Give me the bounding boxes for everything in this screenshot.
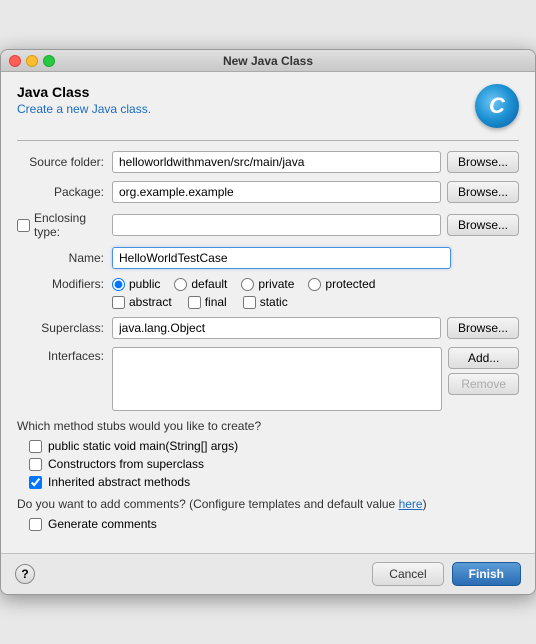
modifier-default-label: default <box>191 277 227 291</box>
constructors-stub-checkbox[interactable] <box>29 458 42 471</box>
modifier-public-radio[interactable] <box>112 278 125 291</box>
minimize-button[interactable] <box>26 55 38 67</box>
modifier-final-option[interactable]: final <box>188 295 227 309</box>
generate-comments-checkbox[interactable] <box>29 518 42 531</box>
superclass-row: Superclass: Browse... <box>17 317 519 339</box>
name-input[interactable] <box>112 247 451 269</box>
header-divider <box>17 140 519 141</box>
dialog-subtitle: Create a new Java class. <box>17 102 151 116</box>
dialog-title: Java Class <box>17 84 151 100</box>
enclosing-type-checkbox[interactable] <box>17 219 30 232</box>
modifier-public-label: public <box>129 277 160 291</box>
comments-question: Do you want to add comments? (Configure … <box>17 497 519 511</box>
eclipse-logo-icon: C <box>475 84 519 128</box>
superclass-input[interactable] <box>112 317 441 339</box>
modifier-abstract-label: abstract <box>129 295 172 309</box>
inherited-stub-option: Inherited abstract methods <box>17 475 519 489</box>
modifier-public-option[interactable]: public <box>112 277 160 291</box>
modifier-static-checkbox[interactable] <box>243 296 256 309</box>
modifiers-row: Modifiers: public default private protec… <box>17 277 519 291</box>
stubs-section: Which method stubs would you like to cre… <box>17 419 519 489</box>
modifiers-sub-row: abstract final static <box>17 295 519 309</box>
package-label: Package: <box>17 185 112 199</box>
traffic-lights <box>9 55 55 67</box>
dialog-window: New Java Class Java Class Create a new J… <box>0 49 536 595</box>
enclosing-type-input[interactable] <box>112 214 441 236</box>
interfaces-textarea[interactable] <box>112 347 442 411</box>
inherited-stub-label: Inherited abstract methods <box>48 475 190 489</box>
modifier-private-label: private <box>258 277 294 291</box>
package-input[interactable] <box>112 181 441 203</box>
bottom-bar: ? Cancel Finish <box>1 553 535 594</box>
modifier-final-checkbox[interactable] <box>188 296 201 309</box>
modifier-static-option[interactable]: static <box>243 295 288 309</box>
finish-button[interactable]: Finish <box>452 562 521 586</box>
modifiers-radio-group: public default private protected <box>112 277 519 291</box>
package-row: Package: Browse... <box>17 181 519 203</box>
cancel-button[interactable]: Cancel <box>372 562 443 586</box>
header-text: Java Class Create a new Java class. <box>17 84 151 116</box>
inherited-stub-checkbox[interactable] <box>29 476 42 489</box>
help-button[interactable]: ? <box>15 564 35 584</box>
modifiers-label: Modifiers: <box>17 277 112 291</box>
modifier-default-radio[interactable] <box>174 278 187 291</box>
interfaces-row: Interfaces: Add... Remove <box>17 347 519 411</box>
comments-here-link[interactable]: here <box>399 497 423 511</box>
header-section: Java Class Create a new Java class. C <box>17 84 519 128</box>
package-browse-button[interactable]: Browse... <box>447 181 519 203</box>
constructors-stub-label: Constructors from superclass <box>48 457 204 471</box>
dialog-content: Java Class Create a new Java class. C So… <box>1 72 535 553</box>
interfaces-buttons: Add... Remove <box>448 347 519 395</box>
enclosing-type-browse-button[interactable]: Browse... <box>447 214 519 236</box>
close-button[interactable] <box>9 55 21 67</box>
name-label: Name: <box>17 251 112 265</box>
source-folder-label: Source folder: <box>17 155 112 169</box>
modifier-protected-radio[interactable] <box>308 278 321 291</box>
remove-interface-button[interactable]: Remove <box>448 373 519 395</box>
superclass-label: Superclass: <box>17 321 112 335</box>
modifier-static-label: static <box>260 295 288 309</box>
window-title: New Java Class <box>223 54 313 68</box>
constructors-stub-option: Constructors from superclass <box>17 457 519 471</box>
enclosing-type-label: Enclosing type: <box>34 211 104 239</box>
modifier-protected-label: protected <box>325 277 375 291</box>
source-folder-input[interactable] <box>112 151 441 173</box>
generate-comments-label: Generate comments <box>48 517 157 531</box>
add-interface-button[interactable]: Add... <box>448 347 519 369</box>
action-buttons: Cancel Finish <box>372 562 521 586</box>
main-stub-checkbox[interactable] <box>29 440 42 453</box>
modifier-abstract-checkbox[interactable] <box>112 296 125 309</box>
modifier-default-option[interactable]: default <box>174 277 227 291</box>
main-stub-label: public static void main(String[] args) <box>48 439 238 453</box>
enclosing-type-row: Enclosing type: Browse... <box>17 211 519 239</box>
modifier-protected-option[interactable]: protected <box>308 277 375 291</box>
source-folder-browse-button[interactable]: Browse... <box>447 151 519 173</box>
titlebar: New Java Class <box>1 50 535 72</box>
main-stub-option: public static void main(String[] args) <box>17 439 519 453</box>
source-folder-row: Source folder: Browse... <box>17 151 519 173</box>
comments-section: Do you want to add comments? (Configure … <box>17 497 519 531</box>
generate-comments-option: Generate comments <box>17 517 519 531</box>
superclass-browse-button[interactable]: Browse... <box>447 317 519 339</box>
enclosing-type-checkbox-area: Enclosing type: <box>17 211 112 239</box>
maximize-button[interactable] <box>43 55 55 67</box>
interfaces-label: Interfaces: <box>17 347 112 363</box>
modifier-final-label: final <box>205 295 227 309</box>
modifier-abstract-option[interactable]: abstract <box>112 295 172 309</box>
modifier-private-option[interactable]: private <box>241 277 294 291</box>
stubs-title: Which method stubs would you like to cre… <box>17 419 519 433</box>
name-row: Name: <box>17 247 519 269</box>
modifier-private-radio[interactable] <box>241 278 254 291</box>
